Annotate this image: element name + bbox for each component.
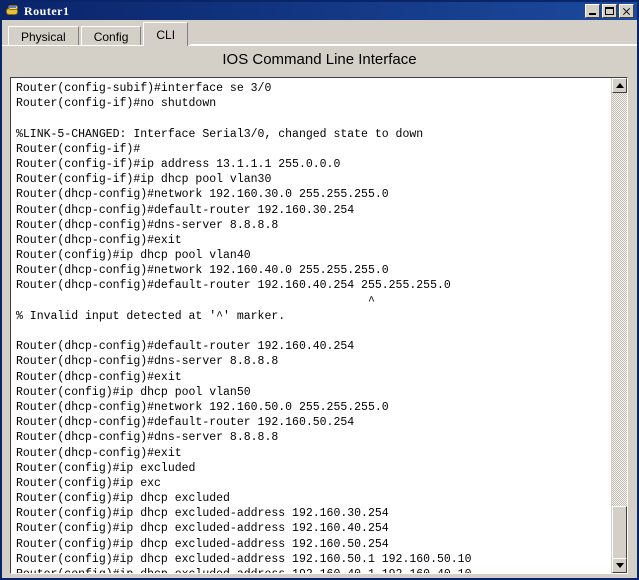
terminal-line: Router(config-if)# (16, 142, 141, 156)
terminal-line: Router(config-if)#ip address 13.1.1.1 25… (16, 157, 341, 171)
terminal-line: Router(config)#ip dhcp excluded-address … (16, 522, 389, 536)
terminal-line: Router(dhcp-config)#dns-server 8.8.8.8 (16, 431, 279, 445)
tab-strip: Physical Config CLI (2, 20, 637, 47)
terminal-line: Router(dhcp-config)#network 192.160.40.0… (16, 264, 389, 278)
terminal-line: Router(dhcp-config)#default-router 192.1… (16, 203, 355, 217)
scroll-up-arrow-icon[interactable] (612, 78, 627, 93)
minimize-button[interactable] (585, 4, 600, 18)
terminal-line: Router(dhcp-config)#network 192.160.30.0… (16, 188, 389, 202)
terminal-line: ^ (16, 294, 375, 308)
terminal-line: Router(dhcp-config)#dns-server 8.8.8.8 (16, 355, 279, 369)
terminal-scrollbar[interactable] (611, 78, 627, 573)
terminal-line: Router(dhcp-config)#exit (16, 446, 182, 460)
cli-panel: IOS Command Line Interface Router(config… (2, 45, 637, 578)
terminal-line: Router(dhcp-config)#exit (16, 233, 182, 247)
terminal-line: % Invalid input detected at '^' marker. (16, 309, 286, 323)
router-window: Router1 Physical Config CLI IOS Command … (0, 0, 639, 580)
terminal-line: Router(config)#ip dhcp excluded-address … (16, 552, 472, 566)
terminal-line: Router(config-if)#no shutdown (16, 97, 217, 111)
terminal-line: Router(config-if)#ip dhcp pool vlan30 (16, 173, 272, 187)
terminal-line: Router(dhcp-config)#default-router 192.1… (16, 416, 355, 430)
tab-cli[interactable]: CLI (143, 22, 189, 46)
close-button[interactable] (619, 4, 634, 18)
tab-physical[interactable]: Physical (8, 26, 79, 47)
terminal-line: Router(config)#ip dhcp pool vlan40 (16, 249, 251, 263)
terminal-container: Router(config-subif)#interface se 3/0 Rou… (10, 77, 628, 574)
terminal-line: Router(dhcp-config)#default-router 192.1… (16, 340, 355, 354)
scrollbar-track[interactable] (612, 93, 627, 573)
terminal-line: Router(config-subif)#interface se 3/0 (16, 82, 272, 95)
terminal-line: Router(config)#ip dhcp excluded-address … (16, 507, 389, 521)
panel-heading: IOS Command Line Interface (222, 51, 417, 68)
terminal-line: Router(config)#ip exc (16, 476, 161, 490)
maximize-button[interactable] (602, 4, 617, 18)
router-icon (5, 4, 21, 18)
title-bar[interactable]: Router1 (2, 2, 637, 20)
terminal-line: Router(config)#ip dhcp excluded-address … (16, 567, 611, 573)
terminal-line: Router(dhcp-config)#network 192.160.50.0… (16, 400, 389, 414)
tab-config[interactable]: Config (80, 26, 142, 47)
terminal-line: Router(config)#ip dhcp pool vlan50 (16, 385, 251, 399)
terminal-line: Router(dhcp-config)#dns-server 8.8.8.8 (16, 218, 279, 232)
window-controls (585, 4, 634, 18)
terminal-line: %LINK-5-CHANGED: Interface Serial3/0, ch… (16, 127, 424, 141)
terminal-line: Router(dhcp-config)#default-router 192.1… (16, 279, 451, 293)
window-title: Router1 (24, 4, 70, 18)
scroll-down-arrow-icon[interactable] (612, 558, 627, 573)
terminal-line: Router(config)#ip dhcp excluded (16, 492, 230, 506)
terminal-output[interactable]: Router(config-subif)#interface se 3/0 Rou… (11, 78, 611, 573)
terminal-line: Router(dhcp-config)#exit (16, 370, 182, 384)
terminal-line: Router(config)#ip dhcp excluded-address … (16, 537, 389, 551)
terminal-line: Router(config)#ip excluded (16, 461, 196, 475)
